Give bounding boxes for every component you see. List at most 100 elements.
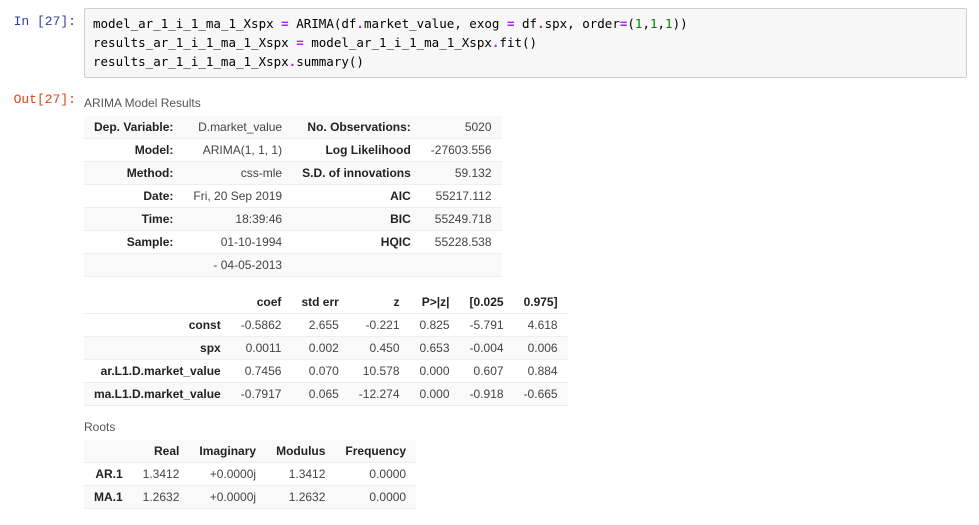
coef-name: ar.L1.D.market_value: [84, 360, 231, 383]
root-value: 0.0000: [335, 463, 416, 486]
coef-value: 0.0011: [231, 337, 292, 360]
stat-label: Dep. Variable:: [84, 116, 183, 139]
coef-row: ar.L1.D.market_value0.74560.07010.5780.0…: [84, 360, 568, 383]
coef-table: coefstd errzP>|z|[0.0250.975]const-0.586…: [84, 291, 568, 406]
root-value: 0.0000: [335, 486, 416, 509]
root-value: 1.3412: [133, 463, 190, 486]
root-name: AR.1: [84, 463, 133, 486]
stat-value: D.market_value: [183, 116, 292, 139]
coef-name: const: [84, 314, 231, 337]
coef-value: 0.884: [514, 360, 568, 383]
stat-label: Method:: [84, 162, 183, 185]
stat-value: Fri, 20 Sep 2019: [183, 185, 292, 208]
stat-label: Date:: [84, 185, 183, 208]
in-prompt: In [27]:: [12, 8, 84, 78]
stat-value: css-mle: [183, 162, 292, 185]
coef-value: 0.7456: [231, 360, 292, 383]
code-line-1: model_ar_1_i_1_ma_1_Xspx = ARIMA(df.mark…: [93, 16, 688, 31]
roots-header: Real: [133, 440, 190, 463]
stat-label: HQIC: [292, 231, 421, 254]
stat-value: 01-10-1994: [183, 231, 292, 254]
stats-row: Time:18:39:46BIC55249.718: [84, 208, 502, 231]
stat-label: Log Likelihood: [292, 139, 421, 162]
output-cell: Out[27]: ARIMA Model Results Dep. Variab…: [12, 86, 967, 509]
coef-value: -0.665: [514, 383, 568, 406]
stats-row: Date:Fri, 20 Sep 2019AIC55217.112: [84, 185, 502, 208]
coef-value: -0.221: [349, 314, 410, 337]
root-value: +0.0000j: [189, 463, 266, 486]
code-input[interactable]: model_ar_1_i_1_ma_1_Xspx = ARIMA(df.mark…: [84, 8, 967, 78]
stat-value: 18:39:46: [183, 208, 292, 231]
coef-header: std err: [291, 291, 348, 314]
root-value: 1.2632: [266, 486, 335, 509]
coef-row: const-0.58622.655-0.2210.825-5.7914.618: [84, 314, 568, 337]
coef-row: spx0.00110.0020.4500.653-0.0040.006: [84, 337, 568, 360]
coef-header-row: coefstd errzP>|z|[0.0250.975]: [84, 291, 568, 314]
coef-header: z: [349, 291, 410, 314]
stat-label: [84, 254, 183, 277]
stat-value: 55249.718: [421, 208, 502, 231]
stat-label: Time:: [84, 208, 183, 231]
coef-value: 0.450: [349, 337, 410, 360]
roots-header-row: RealImaginaryModulusFrequency: [84, 440, 416, 463]
coef-value: 0.000: [410, 360, 460, 383]
stat-label: No. Observations:: [292, 116, 421, 139]
results-title: ARIMA Model Results: [84, 96, 967, 110]
coef-value: -12.274: [349, 383, 410, 406]
roots-table: RealImaginaryModulusFrequencyAR.11.3412+…: [84, 440, 416, 509]
coef-header: 0.975]: [514, 291, 568, 314]
roots-header: Modulus: [266, 440, 335, 463]
coef-value: 0.002: [291, 337, 348, 360]
coef-value: 10.578: [349, 360, 410, 383]
stats-row: - 04-05-2013: [84, 254, 502, 277]
stats-row: Method:css-mleS.D. of innovations59.132: [84, 162, 502, 185]
coef-value: 0.653: [410, 337, 460, 360]
root-value: +0.0000j: [189, 486, 266, 509]
stat-label: Sample:: [84, 231, 183, 254]
stat-value: 55228.538: [421, 231, 502, 254]
coef-header: [84, 291, 231, 314]
coef-value: 0.825: [410, 314, 460, 337]
roots-header: Imaginary: [189, 440, 266, 463]
coef-value: -0.5862: [231, 314, 292, 337]
code-line-2: results_ar_1_i_1_ma_1_Xspx = model_ar_1_…: [93, 35, 537, 50]
stat-value: [421, 254, 502, 277]
stat-value: 5020: [421, 116, 502, 139]
stat-label: AIC: [292, 185, 421, 208]
stat-label: Model:: [84, 139, 183, 162]
coef-name: spx: [84, 337, 231, 360]
roots-header: Frequency: [335, 440, 416, 463]
coef-header: P>|z|: [410, 291, 460, 314]
coef-value: 0.065: [291, 383, 348, 406]
stats-row: Dep. Variable:D.market_valueNo. Observat…: [84, 116, 502, 139]
root-name: MA.1: [84, 486, 133, 509]
coef-value: -0.004: [460, 337, 514, 360]
out-prompt: Out[27]:: [12, 86, 84, 509]
input-cell: In [27]: model_ar_1_i_1_ma_1_Xspx = ARIM…: [12, 8, 967, 78]
stat-label: [292, 254, 421, 277]
stat-value: -27603.556: [421, 139, 502, 162]
coef-value: -0.7917: [231, 383, 292, 406]
code-line-3: results_ar_1_i_1_ma_1_Xspx.summary(): [93, 54, 364, 69]
output-area: ARIMA Model Results Dep. Variable:D.mark…: [84, 86, 967, 509]
coef-value: 0.006: [514, 337, 568, 360]
coef-value: 2.655: [291, 314, 348, 337]
stat-value: - 04-05-2013: [183, 254, 292, 277]
coef-value: 0.607: [460, 360, 514, 383]
coef-header: [0.025: [460, 291, 514, 314]
coef-value: -5.791: [460, 314, 514, 337]
stats-row: Sample:01-10-1994HQIC55228.538: [84, 231, 502, 254]
coef-name: ma.L1.D.market_value: [84, 383, 231, 406]
roots-row: AR.11.3412+0.0000j1.34120.0000: [84, 463, 416, 486]
coef-value: -0.918: [460, 383, 514, 406]
coef-value: 0.070: [291, 360, 348, 383]
roots-header: [84, 440, 133, 463]
coef-value: 0.000: [410, 383, 460, 406]
stats-row: Model:ARIMA(1, 1, 1)Log Likelihood-27603…: [84, 139, 502, 162]
stat-value: 55217.112: [421, 185, 502, 208]
root-value: 1.2632: [133, 486, 190, 509]
stat-label: S.D. of innovations: [292, 162, 421, 185]
stat-value: ARIMA(1, 1, 1): [183, 139, 292, 162]
coef-row: ma.L1.D.market_value-0.79170.065-12.2740…: [84, 383, 568, 406]
roots-row: MA.11.2632+0.0000j1.26320.0000: [84, 486, 416, 509]
